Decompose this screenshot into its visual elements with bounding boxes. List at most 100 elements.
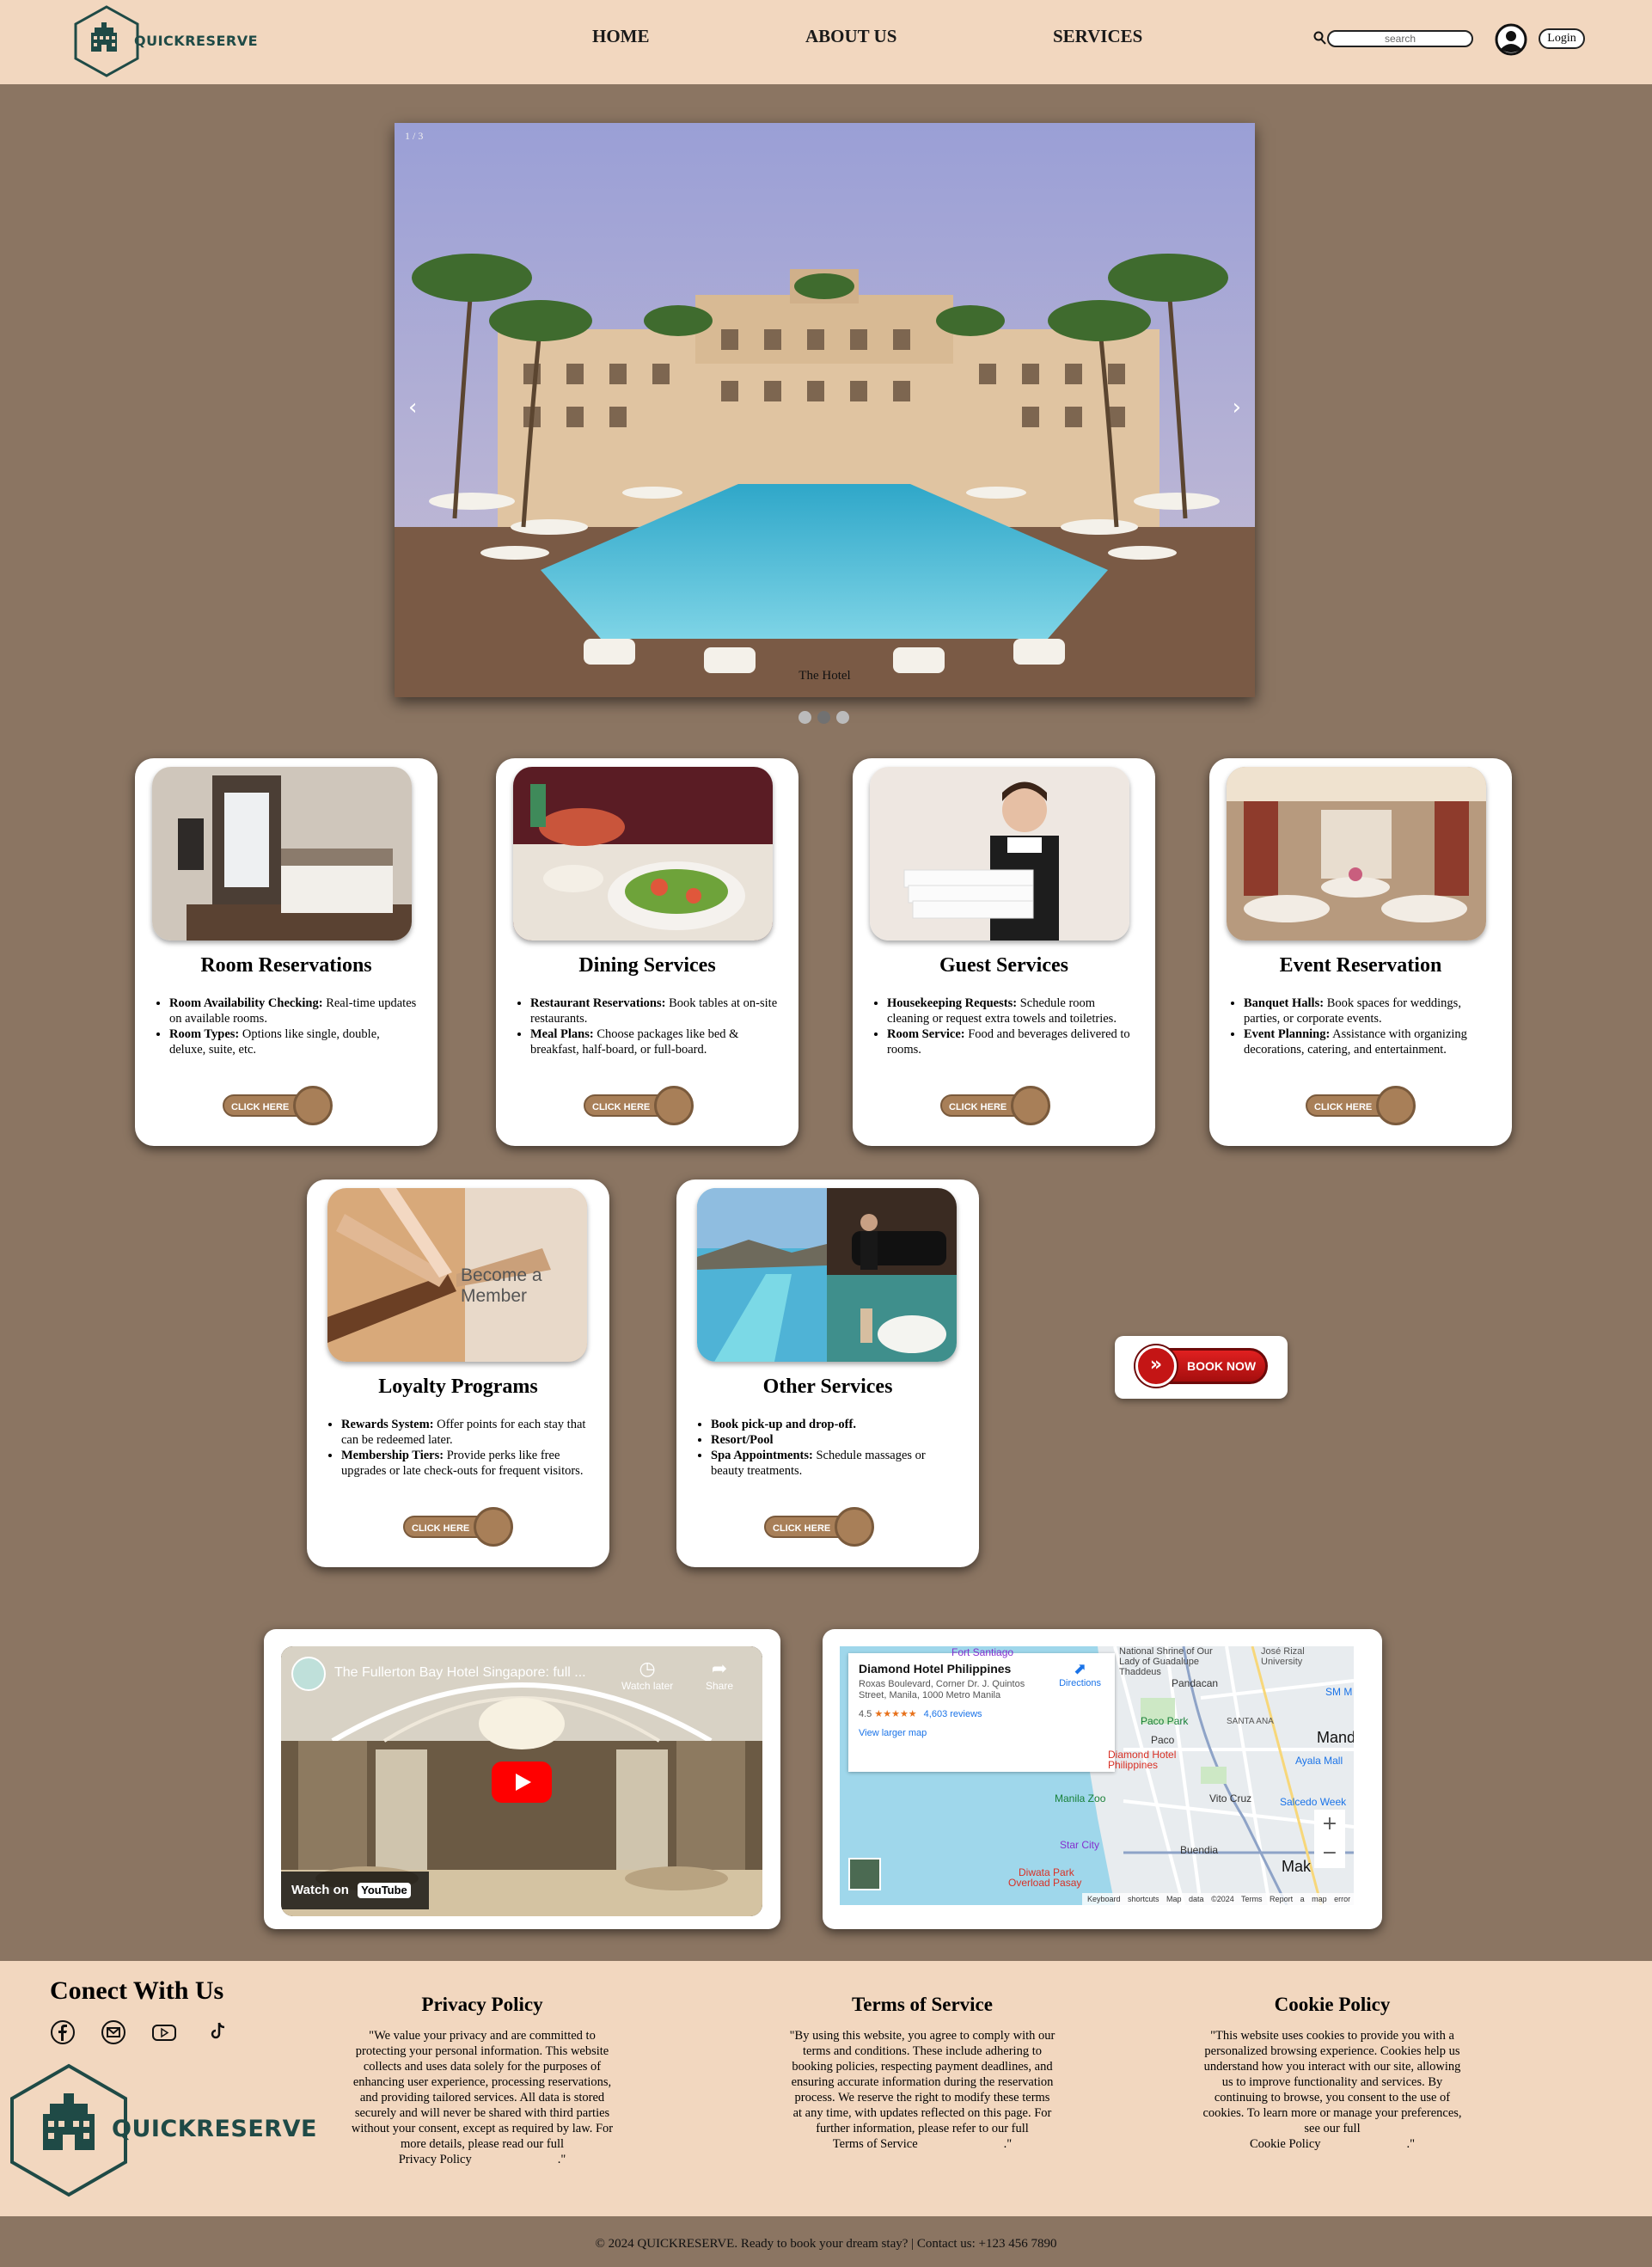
nav-home-link[interactable]: HOME bbox=[592, 26, 650, 47]
service-card-loyalty-programs: Become a Member Loyalty Programs Rewards… bbox=[307, 1179, 609, 1567]
pointer-hand-icon bbox=[835, 1507, 874, 1547]
cookie-policy-link[interactable]: Cookie Policy bbox=[1250, 2136, 1321, 2152]
directions-link[interactable]: ⬈ Directions bbox=[1059, 1660, 1101, 1688]
email-icon[interactable] bbox=[101, 2019, 126, 2049]
service-card-dining-services: Dining Services Restaurant Reservations:… bbox=[496, 758, 798, 1146]
terms-text: "By using this website, you agree to com… bbox=[789, 2029, 1055, 2152]
slide-prev-arrow[interactable]: ‹ bbox=[408, 395, 417, 420]
list-item: Restaurant Reservations: Book tables at … bbox=[530, 996, 780, 1026]
footer-brand-name: QUICKRESERVE bbox=[112, 2116, 317, 2142]
youtube-icon[interactable] bbox=[151, 2019, 177, 2049]
slide-dots bbox=[798, 711, 855, 725]
map-label: Salcedo Week bbox=[1280, 1796, 1347, 1808]
card-title: Loyalty Programs bbox=[378, 1376, 538, 1398]
slide-dot[interactable] bbox=[798, 711, 811, 724]
map-label: Paco bbox=[1151, 1734, 1175, 1746]
map-label: SM M bbox=[1325, 1686, 1353, 1698]
pointer-hand-icon bbox=[1376, 1086, 1416, 1125]
directions-icon: ⬈ bbox=[1074, 1660, 1087, 1678]
map-layer-toggle[interactable] bbox=[848, 1858, 881, 1890]
zoom-in-button[interactable]: + bbox=[1314, 1810, 1345, 1839]
brand-logo[interactable]: QUICKRESERVE bbox=[72, 3, 258, 79]
map-label: Mak bbox=[1282, 1858, 1312, 1875]
place-address: Roxas Boulevard, Corner Dr. J. Quintos S… bbox=[859, 1679, 1025, 1700]
zoom-out-button[interactable]: − bbox=[1314, 1839, 1345, 1868]
card-feature-list: Room Availability Checking: Real-time up… bbox=[169, 996, 419, 1057]
search-icon[interactable] bbox=[1313, 30, 1327, 46]
click-here-button[interactable]: CLICK HERE bbox=[223, 1086, 334, 1125]
user-account-icon[interactable] bbox=[1495, 23, 1527, 56]
channel-avatar[interactable] bbox=[291, 1657, 326, 1691]
map-label: Overload Pasay bbox=[1008, 1877, 1082, 1889]
watch-later-button[interactable]: ◷ Watch later bbox=[621, 1658, 673, 1692]
reviews-link[interactable]: 4,603 reviews bbox=[924, 1709, 982, 1719]
map-label: José Rizal University bbox=[1261, 1646, 1305, 1667]
clock-icon: ◷ bbox=[639, 1658, 656, 1680]
click-here-button[interactable]: CLICK HERE bbox=[940, 1086, 1052, 1125]
dining-food-image bbox=[513, 767, 773, 940]
click-here-button[interactable]: CLICK HERE bbox=[1306, 1086, 1417, 1125]
tiktok-icon[interactable] bbox=[210, 2019, 229, 2046]
become-member-text: Become a Member bbox=[461, 1265, 542, 1306]
map-label: Star City bbox=[1060, 1839, 1100, 1851]
map-label: Paco Park bbox=[1141, 1715, 1189, 1727]
privacy-policy-heading: Privacy Policy bbox=[421, 1994, 543, 2015]
search-input[interactable]: search bbox=[1327, 30, 1473, 47]
play-icon[interactable] bbox=[492, 1762, 552, 1803]
terms-of-service-link[interactable]: Terms of Service bbox=[833, 2136, 918, 2152]
map-label: Ayala Mall bbox=[1295, 1755, 1343, 1767]
map-label: Diamond Hotel Philippines bbox=[1108, 1749, 1177, 1771]
map-footer[interactable]: Keyboard shortcuts Map data ©2024 Terms … bbox=[1082, 1893, 1354, 1905]
brand-name: QUICKRESERVE bbox=[134, 33, 259, 49]
view-larger-map-link[interactable]: View larger map bbox=[859, 1728, 1104, 1738]
pointer-hand-icon bbox=[474, 1507, 513, 1547]
hexagon-hotel-icon bbox=[74, 5, 139, 77]
cookie-policy-section: Cookie Policy "This website uses cookies… bbox=[1199, 1994, 1465, 2152]
card-image bbox=[870, 767, 1129, 940]
list-item: Membership Tiers: Provide perks like fre… bbox=[341, 1448, 590, 1479]
card-feature-list: Rewards System: Offer points for each st… bbox=[341, 1417, 590, 1479]
slide-caption: The Hotel bbox=[798, 669, 851, 683]
share-arrow-icon: ➦ bbox=[711, 1658, 728, 1680]
card-title: Event Reservation bbox=[1279, 954, 1442, 977]
list-item: Room Service: Food and beverages deliver… bbox=[887, 1026, 1136, 1057]
card-image bbox=[513, 767, 773, 940]
map-label: Mand bbox=[1317, 1729, 1354, 1746]
google-map[interactable]: Diamond Hotel Philippines Roxas Boulevar… bbox=[840, 1646, 1354, 1905]
click-here-button[interactable]: CLICK HERE bbox=[764, 1507, 876, 1547]
service-card-other-services: Other Services Book pick-up and drop-off… bbox=[676, 1179, 979, 1567]
slide-dot[interactable] bbox=[836, 711, 849, 724]
video-title[interactable]: The Fullerton Bay Hotel Singapore: full … bbox=[334, 1665, 586, 1681]
slide-next-arrow[interactable]: › bbox=[1233, 395, 1241, 420]
list-item: Rewards System: Offer points for each st… bbox=[341, 1417, 590, 1448]
privacy-policy-link[interactable]: Privacy Policy bbox=[399, 2152, 472, 2167]
privacy-policy-text: "We value your privacy and are committed… bbox=[351, 2029, 614, 2167]
card-image bbox=[697, 1188, 957, 1362]
nav-services-link[interactable]: SERVICES bbox=[1053, 26, 1142, 47]
map-label: Manila Zoo bbox=[1055, 1792, 1106, 1804]
login-button[interactable]: Login bbox=[1539, 28, 1585, 49]
list-item: Room Availability Checking: Real-time up… bbox=[169, 996, 419, 1026]
youtube-video-player[interactable]: The Fullerton Bay Hotel Singapore: full … bbox=[281, 1646, 762, 1916]
map-label: Buendia bbox=[1180, 1844, 1219, 1856]
watch-on-youtube-button[interactable]: Watch on YouTube bbox=[281, 1872, 429, 1909]
card-title: Guest Services bbox=[939, 954, 1068, 977]
facebook-icon[interactable] bbox=[50, 2019, 76, 2049]
video-embed-box: The Fullerton Bay Hotel Singapore: full … bbox=[264, 1629, 780, 1929]
nav-about-link[interactable]: ABOUT US bbox=[805, 26, 896, 47]
book-now-button[interactable]: BOOK NOW » bbox=[1115, 1336, 1288, 1399]
click-here-button[interactable]: CLICK HERE bbox=[584, 1086, 695, 1125]
slide-dot[interactable] bbox=[817, 711, 830, 724]
click-here-button[interactable]: CLICK HERE bbox=[403, 1507, 515, 1547]
card-image: Become a Member bbox=[327, 1188, 587, 1362]
service-card-guest-services: Guest Services Housekeeping Requests: Sc… bbox=[853, 758, 1155, 1146]
connect-heading: Conect With Us bbox=[50, 1976, 224, 2005]
card-title: Room Reservations bbox=[200, 954, 372, 977]
share-button[interactable]: ➦ Share bbox=[706, 1658, 733, 1692]
terms-of-service-section: Terms of Service "By using this website,… bbox=[789, 1994, 1055, 2152]
pointer-hand-icon bbox=[1011, 1086, 1050, 1125]
list-item: Event Planning: Assistance with organizi… bbox=[1244, 1026, 1493, 1057]
card-image bbox=[152, 767, 412, 940]
housekeeper-image bbox=[870, 767, 1129, 940]
footer-brand-logo[interactable]: QUICKRESERVE bbox=[9, 2062, 316, 2198]
